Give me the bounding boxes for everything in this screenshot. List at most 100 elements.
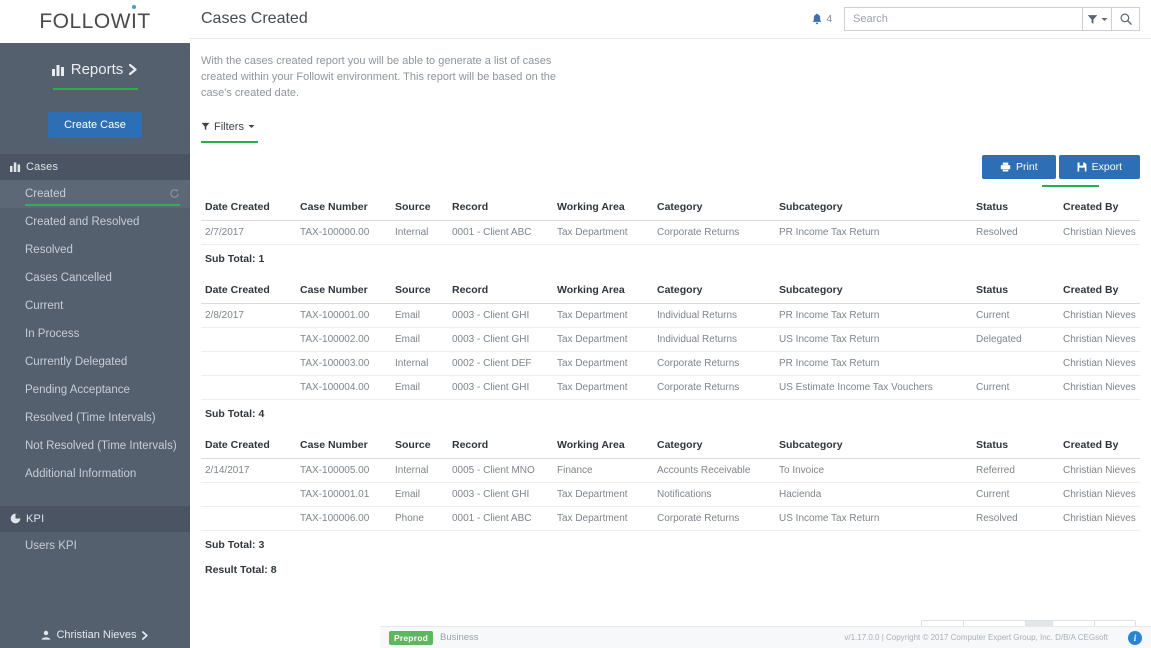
notifications-button[interactable]: 4 bbox=[812, 13, 832, 25]
sidebar-item-created-and-resolved[interactable]: Created and Resolved bbox=[0, 208, 190, 236]
app-root: FOLLOWI T Reports Create Case Cases Crea… bbox=[0, 0, 1151, 648]
cell-category: Individual Returns bbox=[653, 327, 775, 352]
save-export-icon bbox=[1077, 162, 1087, 172]
cell-subcategory: PR Income Tax Return bbox=[775, 351, 972, 376]
table-row[interactable]: TAX-100001.01 Email 0003 - Client GHI Ta… bbox=[201, 482, 1140, 507]
reports-block: Reports bbox=[0, 43, 190, 102]
column-header: Date Created bbox=[201, 428, 296, 459]
column-header: Subcategory bbox=[775, 273, 972, 304]
info-icon[interactable]: i bbox=[1128, 630, 1142, 645]
sidebar-item-resolved-time-intervals[interactable]: Resolved (Time Intervals) bbox=[0, 404, 190, 432]
report-description: With the cases created report you will b… bbox=[201, 55, 557, 99]
cell-created-by: Christian Nieves bbox=[1059, 303, 1140, 328]
column-header: Subcategory bbox=[775, 428, 972, 459]
print-button[interactable]: Print bbox=[982, 154, 1056, 179]
sidebar-item-label: Resolved bbox=[25, 243, 73, 256]
filters-toggle-button[interactable]: Filters bbox=[201, 121, 255, 140]
cell-status: Resolved bbox=[972, 220, 1059, 245]
sidebar-item-created[interactable]: Created bbox=[0, 179, 190, 208]
cell-created-by: Christian Nieves bbox=[1059, 482, 1140, 507]
column-header: Source bbox=[391, 273, 448, 304]
sidebar-item-label: Cases Cancelled bbox=[25, 271, 112, 284]
sidebar-item-pending-acceptance[interactable]: Pending Acceptance bbox=[0, 376, 190, 404]
column-header: Date Created bbox=[201, 273, 296, 304]
table-row[interactable]: TAX-100002.00 Email 0003 - Client GHI Ta… bbox=[201, 327, 1140, 352]
table-header-row: Date Created Case Number Source Record W… bbox=[201, 194, 1140, 221]
sidebar-item-currently-delegated[interactable]: Currently Delegated bbox=[0, 348, 190, 376]
active-indicator bbox=[25, 204, 180, 206]
column-header: Source bbox=[391, 194, 448, 221]
column-header: Status bbox=[972, 194, 1059, 221]
sidebar: FOLLOWI T Reports Create Case Cases Crea… bbox=[0, 0, 190, 648]
cell-case-number: TAX-100000.00 bbox=[296, 220, 391, 245]
sidebar-section-cases[interactable]: Cases bbox=[0, 153, 190, 180]
export-button[interactable]: Export bbox=[1058, 154, 1140, 179]
cell-subcategory: To Invoice bbox=[775, 458, 972, 483]
brand-logo[interactable]: FOLLOWI T bbox=[0, 0, 190, 43]
refresh-icon[interactable] bbox=[169, 188, 180, 199]
cell-created-by: Christian Nieves bbox=[1059, 327, 1140, 352]
action-buttons-row: Print Export bbox=[201, 154, 1140, 187]
column-header: Source bbox=[391, 428, 448, 459]
sidebar-section-kpi[interactable]: KPI bbox=[0, 505, 190, 532]
table-row[interactable]: TAX-100006.00 Phone 0001 - Client ABC Ta… bbox=[201, 506, 1140, 531]
table-row[interactable]: 2/7/2017 TAX-100000.00 Internal 0001 - C… bbox=[201, 220, 1140, 245]
cell-status: Delegated bbox=[972, 327, 1059, 352]
sidebar-item-additional-information[interactable]: Additional Information bbox=[0, 460, 190, 488]
table-row[interactable]: 2/14/2017 TAX-100005.00 Internal 0005 - … bbox=[201, 458, 1140, 483]
subtotal-label: Sub Total: 3 bbox=[205, 538, 265, 551]
filters-row: Filters bbox=[201, 118, 1140, 143]
cell-subcategory: US Income Tax Return bbox=[775, 327, 972, 352]
column-header: Case Number bbox=[296, 194, 391, 221]
cell-category: Individual Returns bbox=[653, 303, 775, 328]
cell-date-created bbox=[201, 327, 296, 352]
reports-active-underline bbox=[52, 87, 138, 90]
main-area: Cases Created 4 Search With the cases cr… bbox=[190, 0, 1151, 648]
create-case-button[interactable]: Create Case bbox=[48, 111, 142, 138]
table-header-row: Date Created Case Number Source Record W… bbox=[201, 428, 1140, 459]
cell-record: 0003 - Client GHI bbox=[448, 303, 553, 328]
column-header: Case Number bbox=[296, 428, 391, 459]
environment-name: Business bbox=[440, 632, 479, 643]
sidebar-item-label: Pending Acceptance bbox=[25, 383, 130, 396]
sidebar-item-not-resolved-time-intervals[interactable]: Not Resolved (Time Intervals) bbox=[0, 432, 190, 460]
sidebar-item-cases-cancelled[interactable]: Cases Cancelled bbox=[0, 264, 190, 292]
cell-category: Corporate Returns bbox=[653, 506, 775, 531]
cell-case-number: TAX-100002.00 bbox=[296, 327, 391, 352]
cell-working-area: Tax Department bbox=[553, 327, 653, 352]
search-submit-button[interactable] bbox=[1111, 7, 1140, 31]
cell-status: Current bbox=[972, 482, 1059, 507]
subtotal-label: Sub Total: 4 bbox=[205, 407, 265, 420]
cell-record: 0002 - Client DEF bbox=[448, 351, 553, 376]
cell-record: 0005 - Client MNO bbox=[448, 458, 553, 483]
cell-subcategory: US Estimate Income Tax Vouchers bbox=[775, 375, 972, 400]
sidebar-item-resolved[interactable]: Resolved bbox=[0, 236, 190, 264]
cell-source: Email bbox=[391, 375, 448, 400]
cell-source: Internal bbox=[391, 351, 448, 376]
table-row[interactable]: TAX-100003.00 Internal 0002 - Client DEF… bbox=[201, 351, 1140, 376]
search-filter-dropdown-button[interactable] bbox=[1082, 7, 1111, 31]
cell-status: Referred bbox=[972, 458, 1059, 483]
cell-status: Current bbox=[972, 375, 1059, 400]
cell-created-by: Christian Nieves bbox=[1059, 351, 1140, 376]
filters-active-underline bbox=[201, 140, 258, 143]
cell-case-number: TAX-100001.00 bbox=[296, 303, 391, 328]
column-header: Case Number bbox=[296, 273, 391, 304]
footer-bar: Preprod Business v/1.17.0.0 | Copyright … bbox=[380, 626, 1151, 648]
cell-working-area: Tax Department bbox=[553, 220, 653, 245]
sidebar-item-label: In Process bbox=[25, 327, 80, 340]
search-group bbox=[844, 7, 1140, 31]
sidebar-item-users-kpi[interactable]: Users KPI bbox=[0, 532, 190, 560]
reports-link[interactable]: Reports bbox=[51, 61, 139, 78]
sidebar-user-menu[interactable]: Christian Nieves bbox=[0, 622, 190, 648]
sidebar-item-label: Users KPI bbox=[25, 539, 77, 552]
sidebar-item-current[interactable]: Current bbox=[0, 292, 190, 320]
search-input[interactable] bbox=[844, 7, 1082, 31]
chevron-right-icon bbox=[129, 64, 138, 75]
subtotal-row: Sub Total: 1 bbox=[201, 244, 1140, 274]
table-row[interactable]: 2/8/2017 TAX-100001.00 Email 0003 - Clie… bbox=[201, 303, 1140, 328]
sidebar-item-label: Currently Delegated bbox=[25, 355, 128, 368]
sidebar-item-in-process[interactable]: In Process bbox=[0, 320, 190, 348]
table-row[interactable]: TAX-100004.00 Email 0003 - Client GHI Ta… bbox=[201, 375, 1140, 400]
